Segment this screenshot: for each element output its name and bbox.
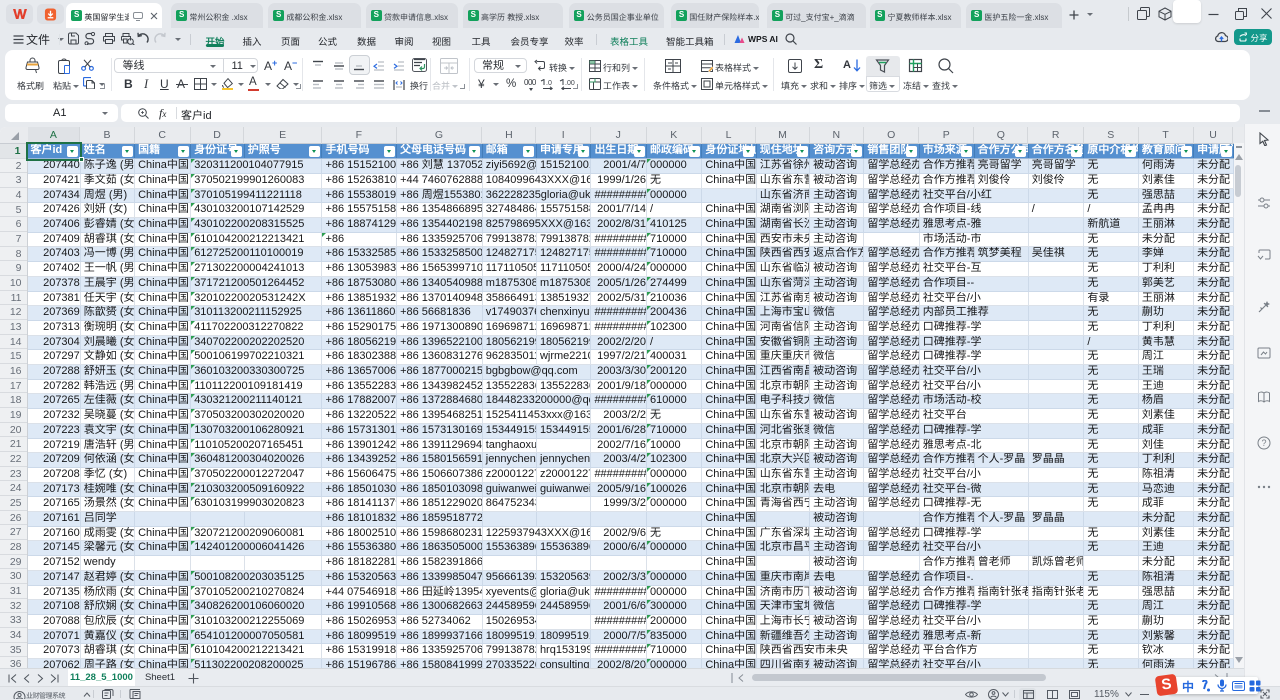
svg-text:?: ? xyxy=(1261,438,1266,448)
svg-text:.0: .0 xyxy=(546,80,552,87)
